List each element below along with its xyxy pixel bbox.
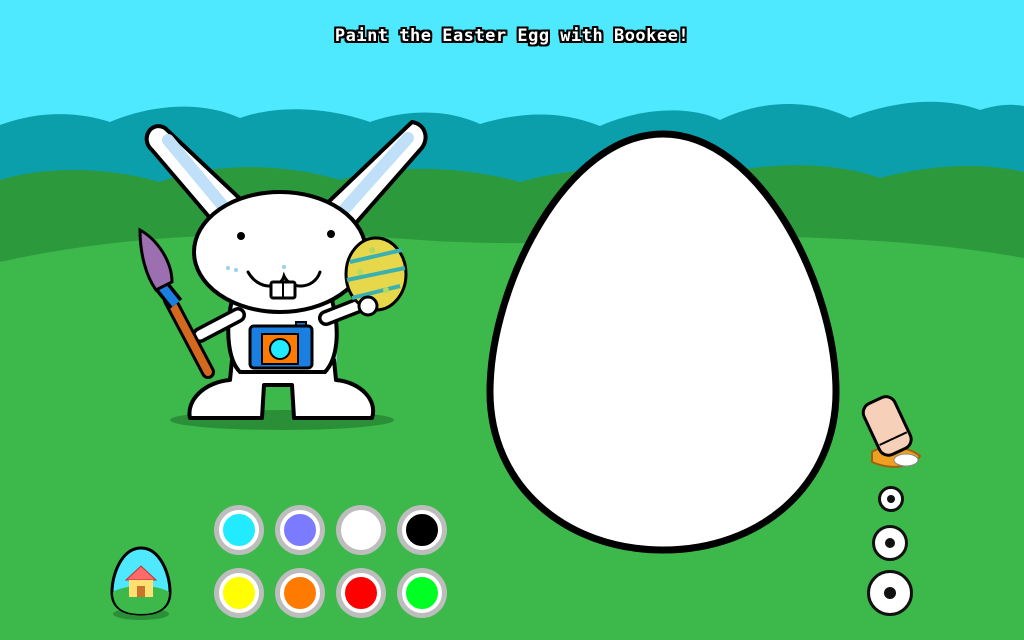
color-swatch-orange[interactable] — [275, 568, 325, 618]
swatch-fill — [341, 510, 381, 550]
home-egg-icon[interactable] — [110, 546, 172, 620]
swatch-fill — [219, 573, 259, 613]
page-title: Paint the Easter Egg with Bookee! — [334, 26, 690, 46]
color-swatch-white[interactable] — [336, 505, 386, 555]
color-swatch-red[interactable] — [336, 568, 386, 618]
brush-dot-icon — [887, 495, 895, 503]
brush-size-large-button[interactable] — [867, 570, 913, 616]
swatch-fill — [402, 510, 442, 550]
color-swatch-black[interactable] — [397, 505, 447, 555]
brush-size-medium-button[interactable] — [872, 525, 908, 561]
swatch-fill — [219, 510, 259, 550]
color-swatch-yellow[interactable] — [214, 568, 264, 618]
swatch-fill — [341, 573, 381, 613]
brush-size-small-button[interactable] — [878, 486, 904, 512]
bunny-eye-right — [327, 230, 335, 238]
bunny-eye-left — [237, 232, 245, 240]
color-swatch-green[interactable] — [397, 568, 447, 618]
scene — [0, 0, 1024, 640]
color-swatch-periwinkle[interactable] — [275, 505, 325, 555]
swatch-fill — [402, 573, 442, 613]
brush-dot-icon — [885, 538, 895, 548]
brush-dot-icon — [884, 587, 896, 599]
swatch-fill — [280, 573, 320, 613]
color-swatch-cyan[interactable] — [214, 505, 264, 555]
camera-icon — [248, 321, 314, 370]
swatch-fill — [280, 510, 320, 550]
